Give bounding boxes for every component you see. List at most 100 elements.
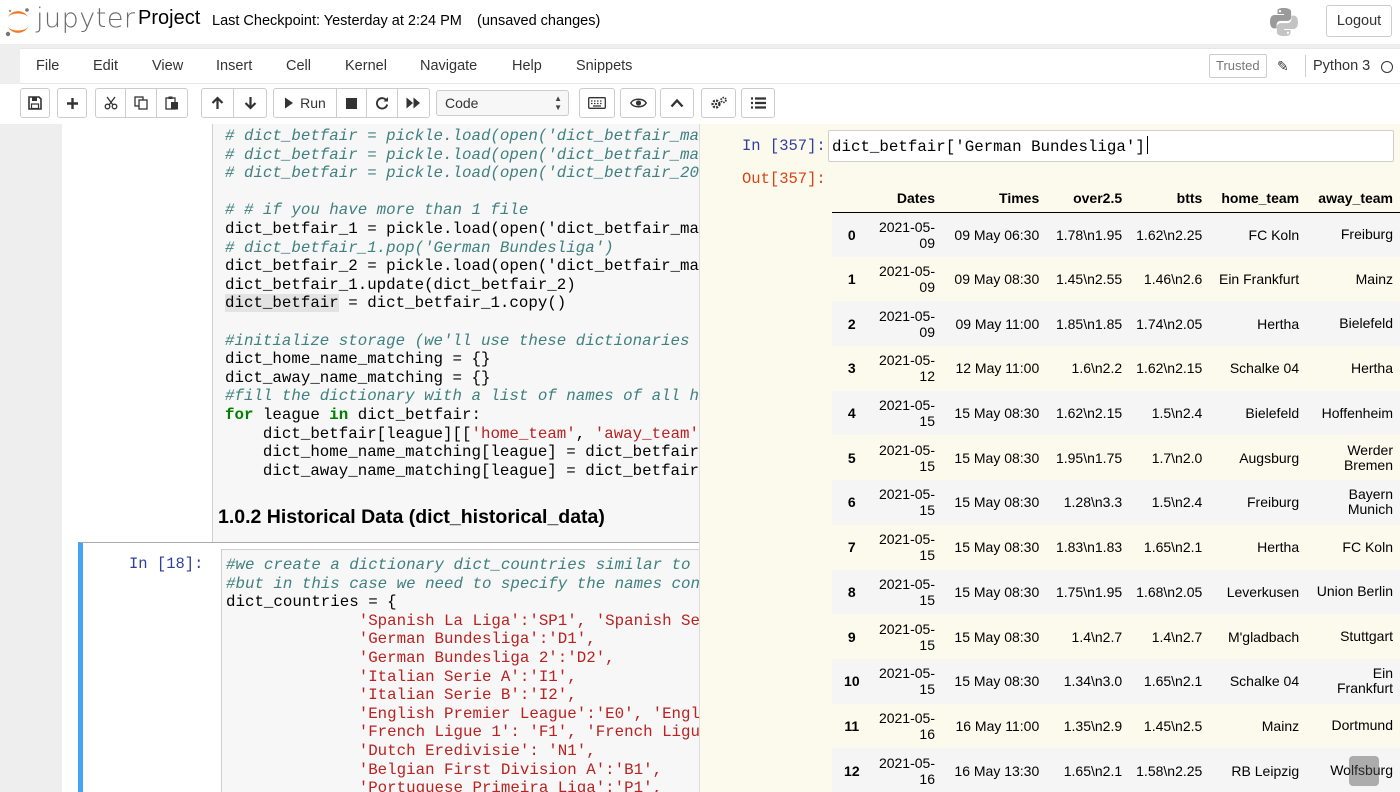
row-index: 7 (832, 524, 872, 570)
menu-view[interactable]: View (152, 58, 183, 74)
move-down-button[interactable] (233, 88, 267, 118)
table-row: 9 2021-05- 15 15 May 08:30 1.4\n2.7 1.4\n2.7 M… (832, 614, 1400, 659)
jupyter-logo-text[interactable]: jupyter (36, 3, 136, 34)
away-team-cell: Ein Frankfurt (1306, 658, 1400, 704)
menu-help[interactable]: Help (512, 58, 542, 74)
save-button[interactable] (20, 88, 50, 118)
column-header-over25: over2.5 (1046, 184, 1130, 213)
menu-snippets[interactable]: Snippets (576, 58, 632, 74)
home-team-cell: Leverkusen (1209, 569, 1307, 615)
restart-icon (375, 97, 389, 110)
home-team-cell: Schalke 04 (1209, 346, 1307, 391)
command-palette-button[interactable] (579, 88, 615, 118)
away-team-cell: Mainz (1306, 256, 1400, 302)
row-index: 6 (832, 480, 872, 525)
text-cursor (1146, 136, 1148, 154)
code-editor[interactable]: #we create a dictionary dict_countries s… (221, 549, 711, 792)
over25-cell: 1.35\n2.9 (1046, 703, 1130, 749)
copy-icon (134, 96, 148, 110)
paste-button[interactable] (156, 88, 188, 118)
date-cell: 2021-05- 09 (871, 212, 942, 257)
run-button[interactable]: Run (273, 88, 337, 118)
cell-type-select[interactable]: Code ▲ ▼ (436, 90, 569, 116)
toggle-view-button[interactable] (620, 88, 656, 118)
table-row: 6 2021-05- 15 15 May 08:30 1.28\n3.3 1.5\n2.4… (832, 480, 1400, 525)
date-cell: 2021-05- 12 (871, 346, 942, 391)
nbextensions-button[interactable] (701, 88, 736, 118)
header: jupyter Project Last Checkpoint: Yesterd… (0, 0, 1400, 44)
over25-cell: 1.4\n2.7 (1046, 614, 1130, 659)
restart-run-all-button[interactable] (397, 88, 430, 118)
away-team-cell: Werder Bremen (1306, 435, 1400, 481)
menu-edit[interactable]: Edit (93, 58, 118, 74)
scratchpad-output-prompt: Out[357]: (742, 170, 826, 188)
over25-cell: 1.75\n1.95 (1046, 569, 1130, 615)
home-team-cell: Ein Frankfurt (1209, 256, 1307, 302)
notebook-name[interactable]: Project (138, 7, 200, 30)
time-cell: 15 May 08:30 (942, 524, 1047, 570)
date-cell: 2021-05- 15 (871, 524, 942, 570)
arrow-down-icon (244, 97, 256, 110)
menu-cell[interactable]: Cell (286, 58, 311, 74)
code-editor[interactable]: # dict_betfair = pickle.load(open('dict_… (225, 127, 701, 480)
scratchpad-toggle-button[interactable] (1349, 756, 1379, 786)
collapse-button[interactable] (660, 88, 694, 118)
time-cell: 15 May 08:30 (942, 435, 1047, 481)
pencil-icon[interactable]: ✎ (1277, 58, 1289, 75)
menu-insert[interactable]: Insert (216, 58, 252, 74)
time-cell: 16 May 13:30 (942, 748, 1047, 792)
code-cell-dict-countries[interactable]: In [18]: #we create a dictionary dict_co… (78, 542, 711, 792)
copy-button[interactable] (125, 88, 157, 118)
time-cell: 09 May 08:30 (942, 256, 1047, 302)
kernel-divider (1305, 55, 1306, 77)
move-up-button[interactable] (201, 88, 234, 118)
btts-cell: 1.5\n2.4 (1129, 390, 1210, 436)
column-header-btts: btts (1129, 184, 1210, 213)
btts-cell: 1.62\n2.25 (1129, 212, 1210, 257)
btts-cell: 1.58\n2.25 (1129, 748, 1210, 792)
eye-icon (629, 98, 647, 108)
away-team-cell: Stuttgart (1306, 614, 1400, 659)
home-team-cell: Freiburg (1209, 480, 1307, 525)
table-body: 0 2021-05- 09 09 May 06:30 1.78\n1.95 1.62\n2… (832, 212, 1400, 792)
table-of-contents-button[interactable] (741, 88, 775, 118)
home-team-cell: Augsburg (1209, 435, 1307, 481)
date-cell: 2021-05- 16 (871, 748, 942, 792)
table-row: 2 2021-05- 09 09 May 11:00 1.85\n1.85 1.74\n2… (832, 301, 1400, 347)
home-team-cell: RB Leipzig (1209, 748, 1307, 792)
time-cell: 16 May 11:00 (942, 703, 1047, 749)
scratchpad-panel[interactable]: In [357]: dict_betfair['German Bundeslig… (699, 124, 1400, 792)
time-cell: 09 May 06:30 (942, 212, 1047, 257)
time-cell: 15 May 08:30 (942, 614, 1047, 659)
scratchpad-input-prompt: In [357]: (742, 137, 826, 155)
away-team-cell: Hertha (1306, 346, 1400, 391)
row-index: 4 (832, 390, 872, 436)
scratchpad-input[interactable]: dict_betfair['German Bundesliga'] (828, 130, 1394, 162)
away-team-cell: Freiburg (1306, 212, 1400, 257)
time-cell: 15 May 08:30 (942, 480, 1047, 525)
home-team-cell: Hertha (1209, 301, 1307, 347)
row-index: 11 (832, 703, 872, 749)
menu-file[interactable]: File (36, 58, 59, 74)
row-index: 2 (832, 301, 872, 347)
row-index: 8 (832, 569, 872, 615)
cut-button[interactable] (95, 88, 126, 118)
scratchpad-code[interactable]: dict_betfair['German Bundesliga'] (832, 138, 1145, 156)
over25-cell: 1.62\n2.15 (1046, 390, 1130, 436)
jupyter-logo-icon[interactable] (4, 6, 32, 38)
menu-kernel[interactable]: Kernel (345, 58, 387, 74)
paste-icon (165, 96, 178, 110)
logout-button[interactable]: Logout (1326, 5, 1392, 37)
date-cell: 2021-05- 09 (871, 301, 942, 347)
restart-button[interactable] (366, 88, 398, 118)
interrupt-button[interactable] (336, 88, 367, 118)
insert-cell-button[interactable] (57, 88, 87, 118)
row-index: 3 (832, 346, 872, 391)
btts-cell: 1.46\n2.6 (1129, 256, 1210, 302)
column-header-dates: Dates (871, 184, 942, 213)
trusted-badge[interactable]: Trusted (1209, 54, 1267, 78)
over25-cell: 1.78\n1.95 (1046, 212, 1130, 257)
date-cell: 2021-05- 15 (871, 480, 942, 525)
menu-navigate[interactable]: Navigate (420, 58, 477, 74)
chevron-up-icon (670, 98, 684, 108)
